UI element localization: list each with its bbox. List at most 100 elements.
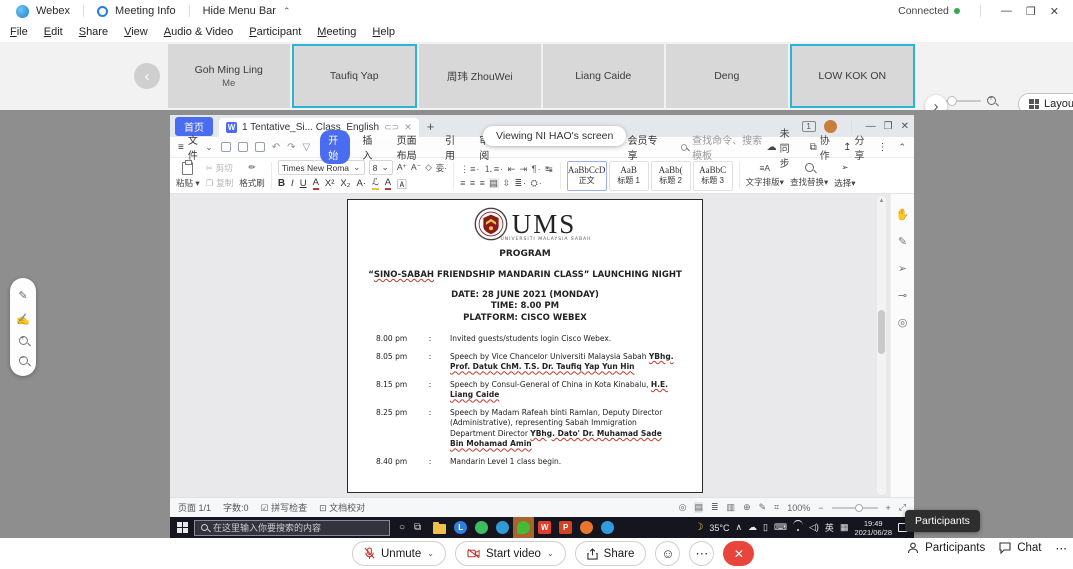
- video-tile-1[interactable]: Goh Ming LingMe: [168, 44, 290, 108]
- meeting-app-icon[interactable]: [492, 517, 513, 538]
- scrollbar-thumb[interactable]: [878, 310, 885, 355]
- leave-meeting-button[interactable]: ✕: [723, 541, 754, 566]
- format-painter-button[interactable]: ✏ 格式刷: [239, 159, 265, 192]
- tab-member-exclusive[interactable]: 会员专享: [619, 130, 669, 164]
- wps-file-menu[interactable]: ≡ 文件 ⌄: [178, 132, 213, 162]
- video-tile-3[interactable]: 周玮 ZhouWei: [419, 44, 541, 108]
- file-explorer-icon[interactable]: [429, 517, 450, 538]
- ribbon-tab-开始[interactable]: 开始: [320, 130, 350, 164]
- maximize-button[interactable]: ❐: [1026, 5, 1036, 18]
- more-options-button[interactable]: ⋯: [689, 541, 714, 566]
- bold-button[interactable]: B: [278, 178, 285, 189]
- word-count[interactable]: 字数:0: [223, 501, 249, 514]
- video-tile-2[interactable]: Taufiq Yap: [292, 44, 418, 108]
- keyboard-icon[interactable]: ⌨: [774, 522, 787, 533]
- wps-icon[interactable]: W: [534, 517, 555, 538]
- hide-menu-bar-button[interactable]: Hide Menu Bar: [203, 5, 276, 17]
- document-page[interactable]: UMS UNIVERSITI MALAYSIA SABAH PROGRAM “S…: [347, 199, 703, 493]
- zoom-in-icon[interactable]: +: [19, 336, 28, 345]
- start-button[interactable]: [170, 522, 194, 533]
- copy-button[interactable]: ❐复制: [206, 177, 234, 189]
- ribbon-tab-页面布局[interactable]: 页面布局: [389, 130, 433, 164]
- more-panels-button[interactable]: ⋯: [1056, 541, 1068, 555]
- underline-button[interactable]: U: [300, 178, 307, 189]
- align-center-button[interactable]: ≡: [470, 178, 476, 188]
- doc-scrollbar[interactable]: ▴: [877, 196, 886, 495]
- cortana-icon[interactable]: ○: [399, 522, 405, 533]
- numbering-button[interactable]: ⒈≡·: [484, 164, 504, 174]
- menu-view[interactable]: View: [124, 26, 148, 38]
- powerpoint-icon[interactable]: P: [555, 517, 576, 538]
- tray-expand-icon[interactable]: ∧: [735, 522, 742, 533]
- ribbon-tab-插入[interactable]: 插入: [354, 130, 384, 164]
- subscript-button[interactable]: X₂: [340, 178, 350, 189]
- style-标题 3[interactable]: AaBbC标题 3: [693, 161, 733, 191]
- outline-view-icon[interactable]: ≣: [711, 502, 719, 513]
- ribbon-tab-引用[interactable]: 引用: [437, 130, 467, 164]
- share-button[interactable]: Share: [575, 541, 647, 566]
- share-button[interactable]: ↥分享: [843, 132, 866, 162]
- highlight-button[interactable]: ℒ: [372, 177, 379, 190]
- indent-button[interactable]: ⇥: [520, 164, 529, 174]
- menu-help[interactable]: Help: [372, 26, 395, 38]
- task-view-icon[interactable]: ⧉: [414, 522, 421, 533]
- wechat-icon[interactable]: [513, 517, 534, 538]
- line-spacing-button[interactable]: ≣·: [515, 178, 528, 188]
- sync-status-button[interactable]: ☁未同步: [767, 125, 799, 170]
- scroll-left-button[interactable]: ‹: [134, 63, 160, 89]
- taskbar-clock[interactable]: 19:49 2021/06/28: [854, 519, 892, 537]
- cut-button[interactable]: ✂剪切: [206, 162, 233, 174]
- close-button[interactable]: ✕: [1050, 5, 1059, 18]
- menu-participant[interactable]: Participant: [249, 26, 301, 38]
- reactions-button[interactable]: ☺: [655, 541, 680, 566]
- menu-edit[interactable]: Edit: [44, 26, 63, 38]
- undo-icon[interactable]: ↶: [272, 142, 280, 153]
- annotate-icon[interactable]: ✎: [18, 289, 27, 302]
- bullets-button[interactable]: ⋮≡·: [460, 164, 480, 174]
- zoom-slider[interactable]: [943, 100, 981, 102]
- font-color-button[interactable]: A: [385, 177, 391, 190]
- print-icon[interactable]: [238, 142, 248, 152]
- video-tile-5[interactable]: Deng: [666, 44, 788, 108]
- outdent-button[interactable]: ⇤: [508, 164, 517, 174]
- hand-tool-icon[interactable]: ✋: [896, 208, 910, 221]
- edit-icon[interactable]: ✎: [759, 502, 767, 513]
- style-标题 1[interactable]: AaB标题 1: [609, 161, 649, 191]
- style-标题 2[interactable]: AaBb(标题 2: [651, 161, 691, 191]
- device-icon[interactable]: ▯: [763, 522, 768, 533]
- command-search[interactable]: 查找命令、搜索模板: [681, 132, 767, 162]
- menu-audio-video[interactable]: Audio & Video: [164, 26, 234, 38]
- justify-button[interactable]: ▤: [489, 178, 499, 188]
- char-border-button[interactable]: 🄰: [397, 177, 407, 191]
- firefox-icon[interactable]: [576, 517, 597, 538]
- more-font-button[interactable]: A·: [356, 178, 366, 189]
- chevron-down-icon[interactable]: ⌄: [547, 549, 554, 558]
- zoom-in-icon[interactable]: +: [987, 96, 996, 105]
- video-tile-6[interactable]: LOW KOK ON: [790, 44, 916, 108]
- preview-icon[interactable]: [255, 142, 265, 152]
- meeting-info-button[interactable]: Meeting Info: [115, 5, 176, 17]
- save-icon[interactable]: [221, 142, 231, 152]
- volume-icon[interactable]: ◁): [809, 522, 819, 533]
- zoom-out-icon[interactable]: −: [19, 356, 28, 365]
- para-mark-button[interactable]: ¶·: [532, 164, 542, 174]
- collaborate-button[interactable]: ⧉协作: [810, 132, 832, 162]
- wifi-icon[interactable]: [793, 524, 803, 531]
- redo-icon[interactable]: ↷: [287, 142, 295, 153]
- webex-app-icon[interactable]: [597, 517, 618, 538]
- char-shading-button[interactable]: A: [313, 177, 319, 190]
- cloud-icon[interactable]: ☁: [748, 522, 757, 533]
- align-left-button[interactable]: ≡: [460, 178, 466, 188]
- participants-button[interactable]: Participants: [907, 542, 985, 554]
- taskbar-search[interactable]: 在这里输入你要搜索的内容: [194, 520, 390, 536]
- collapse-ribbon-icon[interactable]: ⌃: [898, 142, 906, 153]
- select-tool-icon[interactable]: ➢: [898, 262, 907, 275]
- app-green-icon[interactable]: [471, 517, 492, 538]
- app-blue-l-icon[interactable]: L: [450, 517, 471, 538]
- pen-tool-icon[interactable]: ✎: [898, 235, 907, 248]
- superscript-button[interactable]: X²: [325, 178, 335, 189]
- touch-keyboard-icon[interactable]: ▦: [840, 522, 849, 533]
- fit-page-icon[interactable]: ⌗: [774, 502, 779, 513]
- scroll-up-icon[interactable]: ▴: [877, 196, 886, 204]
- weather-moon-icon[interactable]: ☽: [694, 522, 703, 533]
